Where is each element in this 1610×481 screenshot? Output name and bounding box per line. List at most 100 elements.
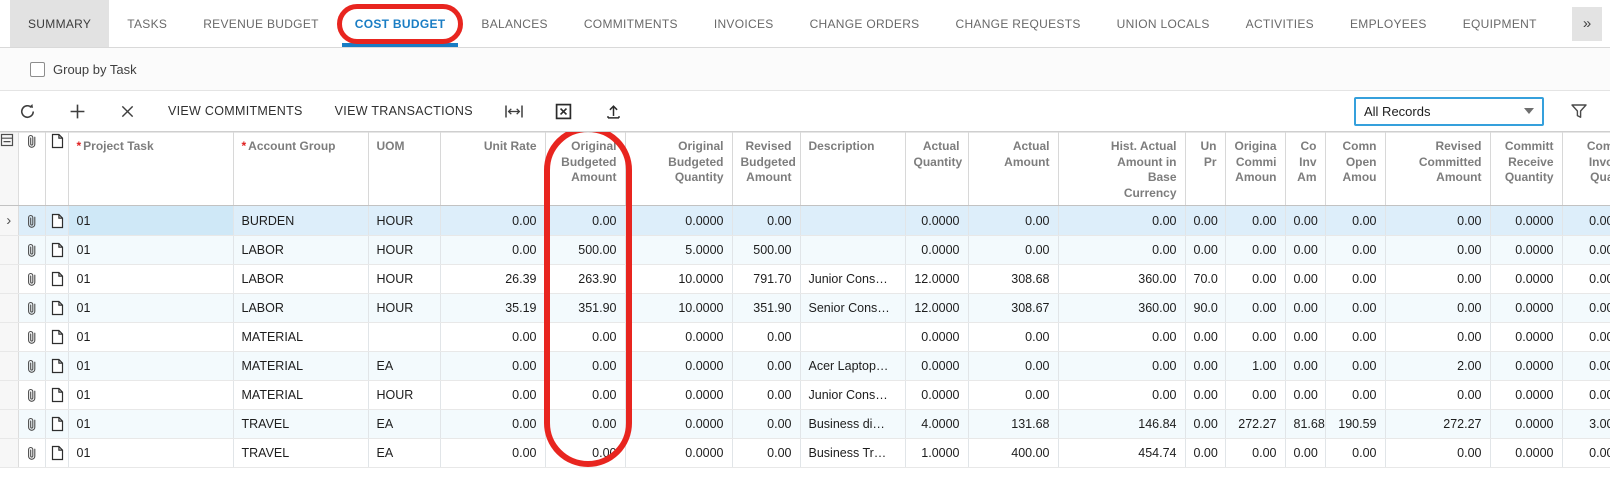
- cell-account_group[interactable]: LABOR: [233, 294, 368, 323]
- cell-committed_open_amount[interactable]: 0.00: [1325, 439, 1385, 468]
- cell-uom[interactable]: EA: [368, 439, 440, 468]
- cell-committed_invoiced_quantity[interactable]: 3.00: [1562, 410, 1610, 439]
- note-cell[interactable]: [45, 352, 68, 381]
- attachment-cell[interactable]: [18, 410, 45, 439]
- cell-unit_rate[interactable]: 0.00: [440, 206, 545, 236]
- cell-committed_invoiced_quantity[interactable]: 0.00: [1562, 236, 1610, 265]
- records-filter-select[interactable]: All Records: [1354, 97, 1544, 126]
- cell-revised_committed_amount[interactable]: 0.00: [1385, 294, 1490, 323]
- cell-unit_rate[interactable]: 0.00: [440, 439, 545, 468]
- export-excel-button[interactable]: [551, 97, 577, 125]
- cell-uom[interactable]: [368, 323, 440, 352]
- tab-union-locals[interactable]: UNION LOCALS: [1099, 0, 1228, 47]
- header-note-column[interactable]: [45, 133, 68, 206]
- grid-row-7[interactable]: 01MATERIALHOUR0.000.000.00000.00Junior C…: [0, 381, 1610, 410]
- cell-project_task[interactable]: 01: [68, 381, 233, 410]
- cell-original_committed_amount[interactable]: 0.00: [1225, 439, 1285, 468]
- cell-account_group[interactable]: MATERIAL: [233, 352, 368, 381]
- cell-account_group[interactable]: LABOR: [233, 265, 368, 294]
- cell-actual_quantity[interactable]: 0.0000: [905, 236, 968, 265]
- tab-change-orders[interactable]: CHANGE ORDERS: [792, 0, 938, 47]
- cell-revised_committed_amount[interactable]: 272.27: [1385, 410, 1490, 439]
- cell-original_committed_amount[interactable]: 0.00: [1225, 294, 1285, 323]
- cell-committed_received_quantity[interactable]: 0.0000: [1490, 352, 1562, 381]
- cell-committed_received_quantity[interactable]: 0.0000: [1490, 381, 1562, 410]
- cell-unit_rate[interactable]: 0.00: [440, 381, 545, 410]
- cell-project_task[interactable]: 01: [68, 323, 233, 352]
- cell-hist_actual_amount_in_base_currency[interactable]: 0.00: [1058, 352, 1185, 381]
- cell-revised_budgeted_amount[interactable]: 500.00: [732, 236, 800, 265]
- row-selector-cell[interactable]: [0, 439, 18, 468]
- cell-committed_invoiced_quantity[interactable]: 0.00: [1562, 294, 1610, 323]
- cell-account_group[interactable]: BURDEN: [233, 206, 368, 236]
- tab-commitments[interactable]: COMMITMENTS: [566, 0, 696, 47]
- column-header-committed_invoiced_quantity[interactable]: Com Invo Qua: [1562, 133, 1610, 206]
- cell-unit_rate[interactable]: 0.00: [440, 352, 545, 381]
- cell-original_budgeted_amount[interactable]: 0.00: [545, 206, 625, 236]
- cell-actual_amount[interactable]: 0.00: [968, 206, 1058, 236]
- cell-committed_open_amount[interactable]: 0.00: [1325, 206, 1385, 236]
- cell-hist_actual_amount_in_base_currency[interactable]: 454.74: [1058, 439, 1185, 468]
- cell-project_task[interactable]: 01: [68, 352, 233, 381]
- cell-original_budgeted_amount[interactable]: 0.00: [545, 323, 625, 352]
- cell-original_budgeted_quantity[interactable]: 0.0000: [625, 381, 732, 410]
- cell-original_committed_amount[interactable]: 0.00: [1225, 381, 1285, 410]
- cell-actual_amount[interactable]: 308.67: [968, 294, 1058, 323]
- cell-uom[interactable]: HOUR: [368, 294, 440, 323]
- row-selector-cell[interactable]: [0, 352, 18, 381]
- cell-committed_invoiced_quantity[interactable]: 0.00: [1562, 323, 1610, 352]
- cell-original_budgeted_amount[interactable]: 0.00: [545, 439, 625, 468]
- row-selector-cell[interactable]: [0, 323, 18, 352]
- cell-revised_committed_amount[interactable]: 2.00: [1385, 352, 1490, 381]
- cell-original_committed_amount[interactable]: 0.00: [1225, 236, 1285, 265]
- load-records-button[interactable]: [601, 97, 627, 125]
- cell-revised_budgeted_amount[interactable]: 0.00: [732, 352, 800, 381]
- grid-row-1[interactable]: ›01BURDENHOUR0.000.000.00000.000.00000.0…: [0, 206, 1610, 236]
- tab-employees[interactable]: EMPLOYEES: [1332, 0, 1445, 47]
- cell-unit_price[interactable]: 0.00: [1185, 352, 1225, 381]
- row-selector-cell[interactable]: [0, 410, 18, 439]
- attachment-cell[interactable]: [18, 352, 45, 381]
- cell-revised_budgeted_amount[interactable]: 351.90: [732, 294, 800, 323]
- grid-row-8[interactable]: 01TRAVELEA0.000.000.00000.00Business di……: [0, 410, 1610, 439]
- cell-committed_received_quantity[interactable]: 0.0000: [1490, 323, 1562, 352]
- column-header-uom[interactable]: UOM: [368, 133, 440, 206]
- note-cell[interactable]: [45, 439, 68, 468]
- cell-hist_actual_amount_in_base_currency[interactable]: 146.84: [1058, 410, 1185, 439]
- cell-hist_actual_amount_in_base_currency[interactable]: 0.00: [1058, 236, 1185, 265]
- cell-description[interactable]: Junior Cons…: [800, 265, 905, 294]
- cell-hist_actual_amount_in_base_currency[interactable]: 360.00: [1058, 294, 1185, 323]
- column-header-project_task[interactable]: *Project Task: [68, 133, 233, 206]
- cell-account_group[interactable]: MATERIAL: [233, 323, 368, 352]
- cell-uom[interactable]: HOUR: [368, 265, 440, 294]
- cell-committed_invoiced_amount[interactable]: 0.00: [1285, 236, 1325, 265]
- cell-committed_received_quantity[interactable]: 0.0000: [1490, 439, 1562, 468]
- cell-uom[interactable]: HOUR: [368, 381, 440, 410]
- tab-invoices[interactable]: INVOICES: [696, 0, 792, 47]
- attachment-cell[interactable]: [18, 236, 45, 265]
- cell-original_committed_amount[interactable]: 0.00: [1225, 265, 1285, 294]
- cell-revised_committed_amount[interactable]: 0.00: [1385, 265, 1490, 294]
- cell-revised_committed_amount[interactable]: 0.00: [1385, 206, 1490, 236]
- cell-account_group[interactable]: LABOR: [233, 236, 368, 265]
- cell-project_task[interactable]: 01: [68, 439, 233, 468]
- tab-activities[interactable]: ACTIVITIES: [1228, 0, 1332, 47]
- cell-committed_invoiced_amount[interactable]: 0.00: [1285, 352, 1325, 381]
- cell-actual_quantity[interactable]: 0.0000: [905, 381, 968, 410]
- column-header-unit_rate[interactable]: Unit Rate: [440, 133, 545, 206]
- cell-committed_received_quantity[interactable]: 0.0000: [1490, 265, 1562, 294]
- cell-revised_budgeted_amount[interactable]: 0.00: [732, 323, 800, 352]
- cell-committed_invoiced_amount[interactable]: 0.00: [1285, 323, 1325, 352]
- refresh-button[interactable]: [14, 97, 40, 125]
- cell-revised_committed_amount[interactable]: 0.00: [1385, 381, 1490, 410]
- note-cell[interactable]: [45, 236, 68, 265]
- cell-project_task[interactable]: 01: [68, 294, 233, 323]
- row-selector-cell[interactable]: [0, 265, 18, 294]
- row-selector-cell[interactable]: ›: [0, 206, 18, 236]
- cell-unit_rate[interactable]: 35.19: [440, 294, 545, 323]
- cell-actual_amount[interactable]: 0.00: [968, 236, 1058, 265]
- cell-uom[interactable]: HOUR: [368, 206, 440, 236]
- column-header-description[interactable]: Description: [800, 133, 905, 206]
- cell-description[interactable]: Senior Cons…: [800, 294, 905, 323]
- cell-committed_received_quantity[interactable]: 0.0000: [1490, 294, 1562, 323]
